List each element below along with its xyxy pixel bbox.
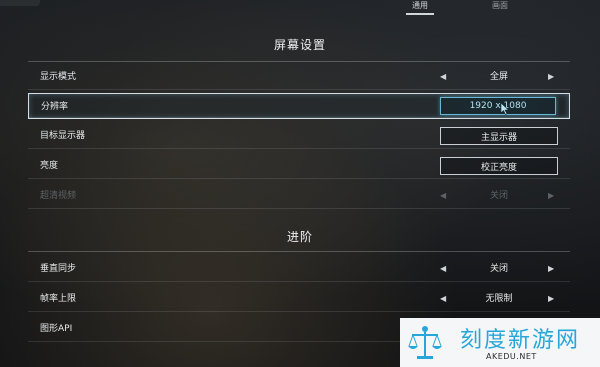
setting-row-brightness: 亮度 校正亮度 <box>28 153 570 179</box>
setting-row-fps-limit: 帧率上限 ◀ 无限制 ▶ <box>28 286 570 312</box>
arrow-left-icon[interactable]: ◀ <box>440 64 446 90</box>
balance-scale-logo-icon <box>408 326 442 359</box>
setting-label: 目标显示器 <box>40 131 86 141</box>
setting-value: 关闭 <box>489 264 508 274</box>
mouse-cursor-icon <box>500 103 510 115</box>
setting-row-resolution[interactable]: 分辨率 1920 x 1080 <box>28 93 570 119</box>
setting-row-display-mode: 显示模式 ◀ 全屏 ▶ <box>28 64 570 90</box>
setting-row-target-display: 目标显示器 主显示器 <box>28 123 570 149</box>
arrow-right-icon: ▶ <box>548 191 555 200</box>
arrow-right-icon[interactable]: ▶ <box>548 256 554 282</box>
top-left-tab-stub[interactable] <box>0 0 40 6</box>
setting-value: 无限制 <box>485 294 513 304</box>
arrow-right-icon[interactable]: ▶ <box>548 286 554 312</box>
arrow-left-icon[interactable]: ◀ <box>440 286 446 312</box>
watermark-subtitle: AKEDU.NET <box>486 352 537 361</box>
setting-label: 帧率上限 <box>40 294 77 304</box>
top-tab-bar: 通用 画面 <box>0 0 600 16</box>
brightness-button[interactable]: 校正亮度 <box>440 157 558 175</box>
setting-label: 图形API <box>40 324 73 334</box>
arrow-left-icon[interactable]: ◀ <box>440 256 446 282</box>
target-display-button[interactable]: 主显示器 <box>440 127 558 145</box>
setting-value: 关闭 <box>489 191 508 201</box>
arrow-right-icon[interactable]: ▶ <box>548 64 554 90</box>
tab-general[interactable]: 通用 <box>406 0 434 15</box>
resolution-button[interactable]: 1920 x 1080 <box>440 97 556 115</box>
setting-row-vsync: 垂直同步 ◀ 关闭 ▶ <box>28 256 570 282</box>
section-title-screen: 屏幕设置 <box>273 38 326 52</box>
watermark-title: 刻度新游网 <box>460 328 581 353</box>
setting-label: 显示模式 <box>40 72 77 82</box>
tab-graphics[interactable]: 画面 <box>492 0 508 11</box>
setting-label: 亮度 <box>40 161 59 171</box>
setting-label: 垂直同步 <box>40 264 77 274</box>
setting-label: 分辨率 <box>41 102 69 112</box>
section-title-advanced: 进阶 <box>286 230 313 244</box>
setting-value: 全屏 <box>489 72 508 82</box>
watermark: 刻度新游网 AKEDU.NET <box>400 318 600 367</box>
section-divider <box>28 61 570 62</box>
setting-label: 超清视频 <box>40 191 77 201</box>
setting-row-uhd-video: 超清视频 ◀ 关闭 ▶ <box>28 183 570 209</box>
section-divider <box>28 251 570 252</box>
arrow-left-icon: ◀ <box>440 191 447 200</box>
